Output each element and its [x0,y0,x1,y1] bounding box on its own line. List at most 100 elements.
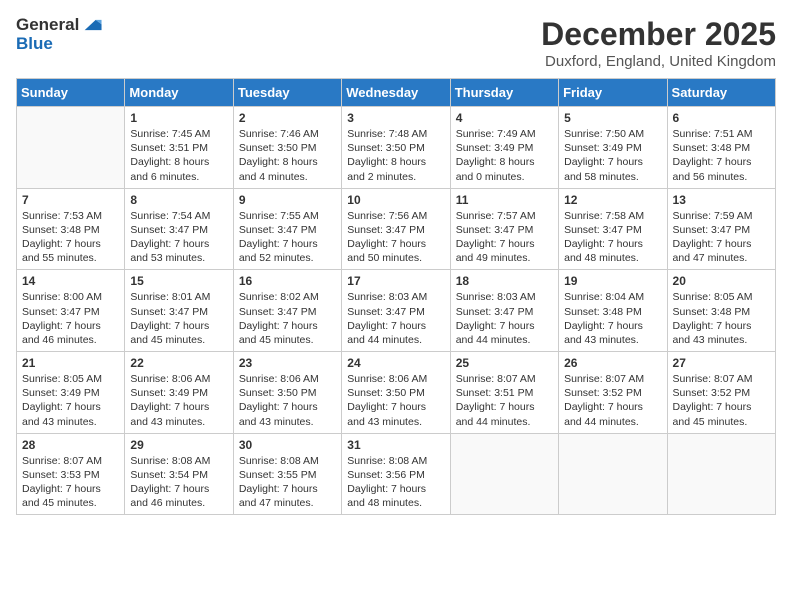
day-cell: 12 Sunrise: 7:58 AMSunset: 3:47 PMDayligh… [559,188,667,270]
calendar-subtitle: Duxford, England, United Kingdom [541,53,776,70]
day-number: 13 [673,193,770,207]
day-number: 14 [22,274,119,288]
day-number: 22 [130,356,227,370]
day-number: 12 [564,193,661,207]
day-cell: 31 Sunrise: 8:08 AMSunset: 3:56 PMDayligh… [342,433,450,515]
page-header: General Blue December 2025 Duxford, Engl… [16,16,776,70]
day-number: 8 [130,193,227,207]
day-info: Sunrise: 8:07 AMSunset: 3:51 PMDaylight:… [456,372,553,429]
day-cell: 17Sunrise: 8:03 AMSunset: 3:47 PMDayligh… [342,270,450,352]
day-info: Sunrise: 7:55 AMSunset: 3:47 PMDaylight:… [239,209,336,266]
week-row-3: 14 Sunrise: 8:00 AMSunset: 3:47 PMDayligh… [17,270,776,352]
day-info: Sunrise: 7:57 AMSunset: 3:47 PMDaylight:… [456,209,553,266]
calendar-title: December 2025 [541,16,776,53]
day-info: Sunrise: 8:04 AMSunset: 3:48 PMDaylight:… [564,290,661,347]
day-info: Sunrise: 8:06 AMSunset: 3:50 PMDaylight:… [347,372,444,429]
day-cell: 4 Sunrise: 7:49 AMSunset: 3:49 PMDaylight… [450,107,558,189]
week-row-2: 7 Sunrise: 7:53 AMSunset: 3:48 PMDaylight… [17,188,776,270]
day-number: 30 [239,438,336,452]
day-cell [17,107,125,189]
day-info: Sunrise: 7:50 AMSunset: 3:49 PMDaylight:… [564,127,661,184]
day-info: Sunrise: 7:51 AMSunset: 3:48 PMDaylight:… [673,127,770,184]
day-number: 26 [564,356,661,370]
day-cell: 6 Sunrise: 7:51 AMSunset: 3:48 PMDaylight… [667,107,775,189]
header-saturday: Saturday [667,79,775,107]
day-number: 29 [130,438,227,452]
day-number: 25 [456,356,553,370]
title-block: December 2025 Duxford, England, United K… [541,16,776,70]
day-cell: 3 Sunrise: 7:48 AMSunset: 3:50 PMDaylight… [342,107,450,189]
header-thursday: Thursday [450,79,558,107]
day-info: Sunrise: 7:46 AMSunset: 3:50 PMDaylight:… [239,127,336,184]
day-cell: 7 Sunrise: 7:53 AMSunset: 3:48 PMDaylight… [17,188,125,270]
day-info: Sunrise: 7:49 AMSunset: 3:49 PMDaylight:… [456,127,553,184]
day-number: 27 [673,356,770,370]
day-cell: 28 Sunrise: 8:07 AMSunset: 3:53 PMDayligh… [17,433,125,515]
day-info: Sunrise: 8:06 AMSunset: 3:49 PMDaylight:… [130,372,227,429]
day-info: Sunrise: 7:48 AMSunset: 3:50 PMDaylight:… [347,127,444,184]
day-number: 10 [347,193,444,207]
day-info: Sunrise: 7:56 AMSunset: 3:47 PMDaylight:… [347,209,444,266]
day-cell: 9 Sunrise: 7:55 AMSunset: 3:47 PMDaylight… [233,188,341,270]
day-cell: 24Sunrise: 8:06 AMSunset: 3:50 PMDayligh… [342,352,450,434]
day-info: Sunrise: 8:00 AMSunset: 3:47 PMDaylight:… [22,290,119,347]
day-info: Sunrise: 8:05 AMSunset: 3:48 PMDaylight:… [673,290,770,347]
logo-general: General [16,16,79,35]
day-cell: 27 Sunrise: 8:07 AMSunset: 3:52 PMDayligh… [667,352,775,434]
day-info: Sunrise: 8:03 AMSunset: 3:47 PMDaylight:… [456,290,553,347]
day-cell [559,433,667,515]
day-info: Sunrise: 8:07 AMSunset: 3:52 PMDaylight:… [564,372,661,429]
day-number: 3 [347,111,444,125]
logo-icon [81,16,103,34]
week-row-4: 21 Sunrise: 8:05 AMSunset: 3:49 PMDayligh… [17,352,776,434]
day-cell: 1Sunrise: 7:45 AMSunset: 3:51 PMDaylight… [125,107,233,189]
day-cell: 5 Sunrise: 7:50 AMSunset: 3:49 PMDaylight… [559,107,667,189]
day-number: 1 [130,111,227,125]
header-wednesday: Wednesday [342,79,450,107]
header-tuesday: Tuesday [233,79,341,107]
day-cell: 21 Sunrise: 8:05 AMSunset: 3:49 PMDayligh… [17,352,125,434]
day-cell: 10 Sunrise: 7:56 AMSunset: 3:47 PMDayligh… [342,188,450,270]
day-info: Sunrise: 8:05 AMSunset: 3:49 PMDaylight:… [22,372,119,429]
day-info: Sunrise: 8:08 AMSunset: 3:55 PMDaylight:… [239,454,336,511]
day-number: 28 [22,438,119,452]
day-number: 31 [347,438,444,452]
day-number: 23 [239,356,336,370]
day-cell: 26 Sunrise: 8:07 AMSunset: 3:52 PMDayligh… [559,352,667,434]
day-info: Sunrise: 7:59 AMSunset: 3:47 PMDaylight:… [673,209,770,266]
calendar-table: SundayMondayTuesdayWednesdayThursdayFrid… [16,78,776,515]
day-cell [667,433,775,515]
day-number: 5 [564,111,661,125]
day-number: 7 [22,193,119,207]
day-info: Sunrise: 7:53 AMSunset: 3:48 PMDaylight:… [22,209,119,266]
day-info: Sunrise: 8:06 AMSunset: 3:50 PMDaylight:… [239,372,336,429]
day-cell: 16Sunrise: 8:02 AMSunset: 3:47 PMDayligh… [233,270,341,352]
day-cell: 8Sunrise: 7:54 AMSunset: 3:47 PMDaylight… [125,188,233,270]
day-number: 15 [130,274,227,288]
header-monday: Monday [125,79,233,107]
day-cell: 20Sunrise: 8:05 AMSunset: 3:48 PMDayligh… [667,270,775,352]
day-info: Sunrise: 8:01 AMSunset: 3:47 PMDaylight:… [130,290,227,347]
day-info: Sunrise: 8:08 AMSunset: 3:56 PMDaylight:… [347,454,444,511]
day-number: 9 [239,193,336,207]
day-cell: 14 Sunrise: 8:00 AMSunset: 3:47 PMDayligh… [17,270,125,352]
day-info: Sunrise: 8:07 AMSunset: 3:52 PMDaylight:… [673,372,770,429]
day-cell: 11 Sunrise: 7:57 AMSunset: 3:47 PMDayligh… [450,188,558,270]
logo-blue: Blue [16,35,103,54]
day-cell: 25 Sunrise: 8:07 AMSunset: 3:51 PMDayligh… [450,352,558,434]
logo: General Blue [16,16,103,53]
day-number: 11 [456,193,553,207]
week-row-1: 1Sunrise: 7:45 AMSunset: 3:51 PMDaylight… [17,107,776,189]
day-number: 2 [239,111,336,125]
day-number: 16 [239,274,336,288]
day-cell: 2 Sunrise: 7:46 AMSunset: 3:50 PMDaylight… [233,107,341,189]
day-info: Sunrise: 7:58 AMSunset: 3:47 PMDaylight:… [564,209,661,266]
day-cell: 18 Sunrise: 8:03 AMSunset: 3:47 PMDayligh… [450,270,558,352]
day-info: Sunrise: 8:07 AMSunset: 3:53 PMDaylight:… [22,454,119,511]
day-number: 21 [22,356,119,370]
day-number: 18 [456,274,553,288]
day-number: 4 [456,111,553,125]
calendar-header-row: SundayMondayTuesdayWednesdayThursdayFrid… [17,79,776,107]
day-number: 6 [673,111,770,125]
day-number: 19 [564,274,661,288]
